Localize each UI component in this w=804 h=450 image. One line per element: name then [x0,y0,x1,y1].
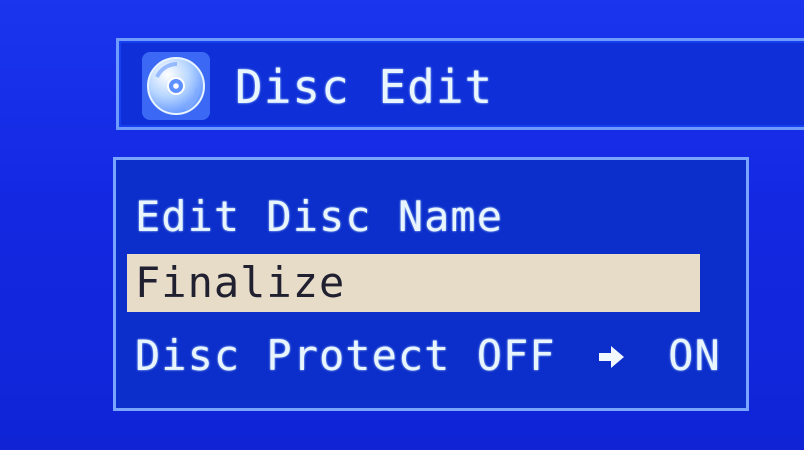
disc-icon [141,51,211,121]
menu-item-edit-disc-name[interactable]: Edit Disc Name [127,188,700,246]
disc-protect-state: ON [668,331,721,380]
menu-item-disc-protect[interactable]: Disc Protect OFF ON [127,327,727,385]
menu-item-finalize[interactable]: Finalize [127,254,700,312]
disc-protect-label: Disc Protect OFF [135,331,556,380]
arrow-right-icon [594,331,628,368]
disc-edit-menu: Edit Disc Name Finalize Disc Protect OFF… [113,157,749,411]
title-bar: Disc Edit [116,38,804,130]
page-title: Disc Edit [235,60,494,114]
